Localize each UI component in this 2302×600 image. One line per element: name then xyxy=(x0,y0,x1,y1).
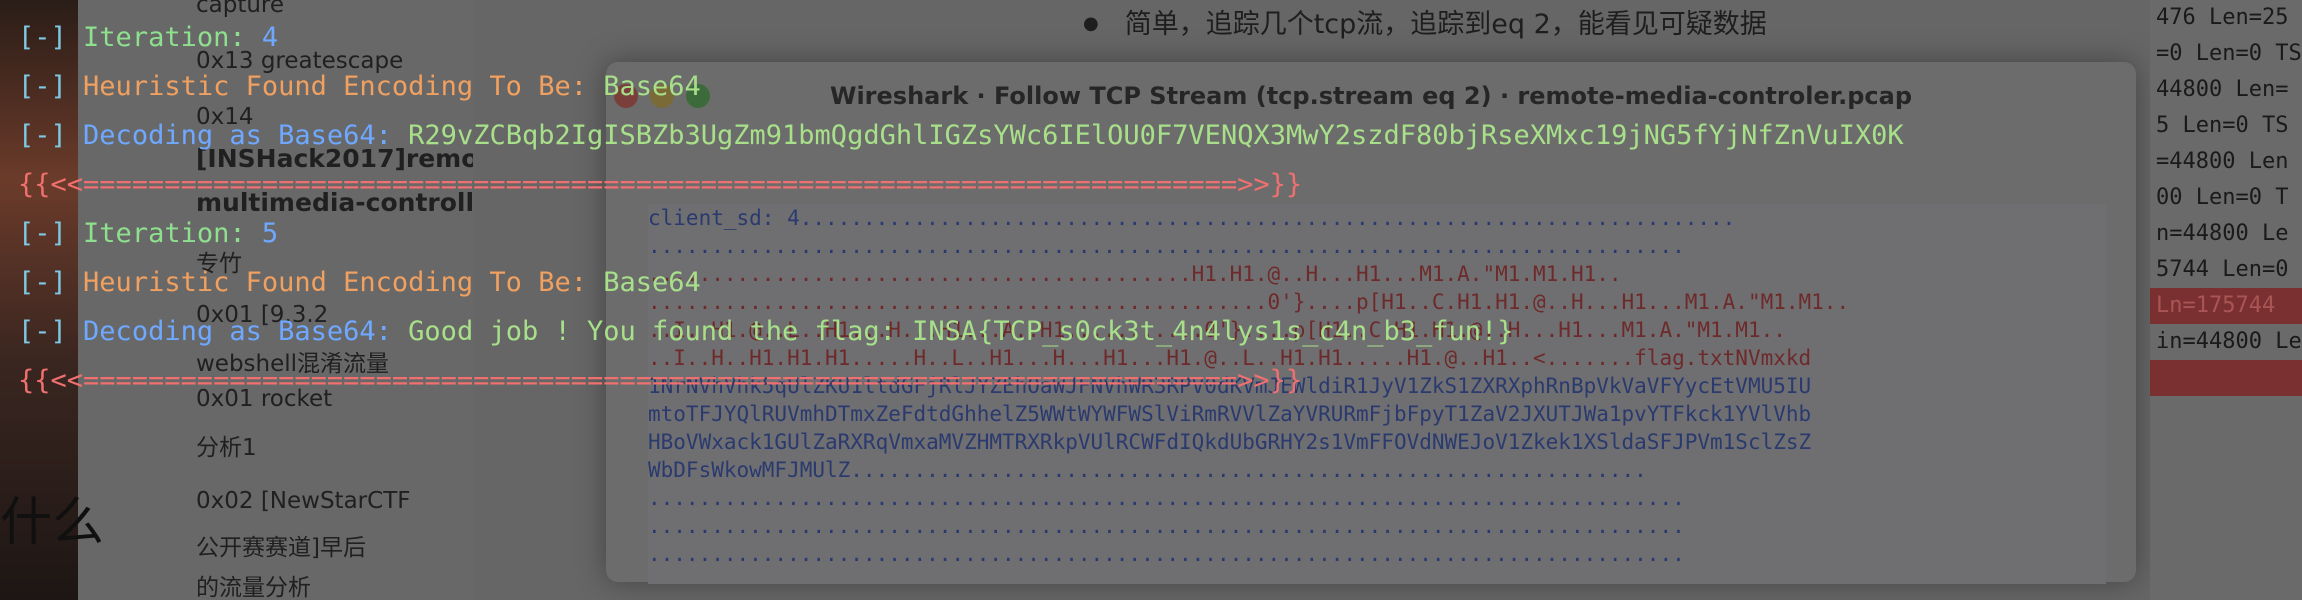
iteration-label: Iteration: xyxy=(83,218,246,249)
terminal-output: [-] Iteration: 4 [-] Heuristic Found Enc… xyxy=(0,0,2302,600)
separator-line: {{<<====================================… xyxy=(18,365,1303,396)
heuristic-line: [-] Heuristic Found Encoding To Be: Base… xyxy=(18,267,701,298)
heuristic-line: [-] Heuristic Found Encoding To Be: Base… xyxy=(18,71,701,102)
iteration-number: 4 xyxy=(261,22,279,53)
status-prefix: [-] xyxy=(18,267,67,298)
status-prefix: [-] xyxy=(18,71,67,102)
heuristic-encoding: Base64 xyxy=(603,267,701,298)
status-prefix: [-] xyxy=(18,316,67,347)
heuristic-label: Heuristic Found Encoding To Be: xyxy=(83,71,587,102)
decoded-flag-output: Good job ! You found the flag: INSA{TCP_… xyxy=(408,316,1514,347)
decoding-label: Decoding as Base64: xyxy=(83,316,392,347)
heuristic-encoding: Base64 xyxy=(603,71,701,102)
status-prefix: [-] xyxy=(18,120,67,151)
heuristic-label: Heuristic Found Encoding To Be: xyxy=(83,267,587,298)
iteration-line: [-] Iteration: 5 xyxy=(18,218,278,249)
iteration-number: 5 xyxy=(261,218,279,249)
decoding-line: [-] Decoding as Base64: R29vZCBqb2IgISBZ… xyxy=(18,120,1904,151)
iteration-label: Iteration: xyxy=(83,22,246,53)
decoded-output: R29vZCBqb2IgISBZb3UgZm91bmQgdGhlIGZsYWc6… xyxy=(408,120,1904,151)
iteration-line: [-] Iteration: 4 xyxy=(18,22,278,53)
separator-line: {{<<====================================… xyxy=(18,169,1303,200)
decoding-line: [-] Decoding as Base64: Good job ! You f… xyxy=(18,316,1514,347)
decoding-label: Decoding as Base64: xyxy=(83,120,392,151)
status-prefix: [-] xyxy=(18,218,67,249)
status-prefix: [-] xyxy=(18,22,67,53)
